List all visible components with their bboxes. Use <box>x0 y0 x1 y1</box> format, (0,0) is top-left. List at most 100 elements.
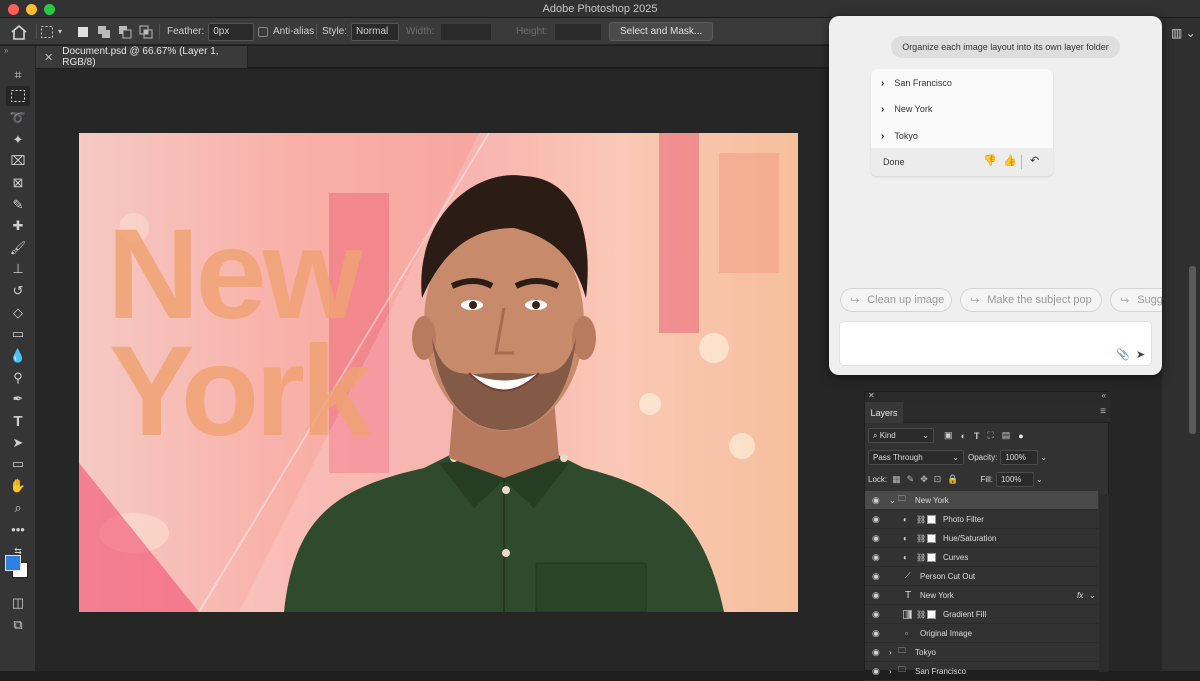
eraser-tool-icon[interactable]: ◇ <box>6 303 30 323</box>
lock-position-icon[interactable]: ✥ <box>920 474 928 485</box>
zoom-tool-icon[interactable]: ⌕ <box>6 498 30 518</box>
path-selection-tool-icon[interactable]: ➤ <box>6 433 30 453</box>
style-select[interactable]: Normal⌄ <box>351 22 400 52</box>
close-tab-icon[interactable]: ✕ <box>44 51 53 64</box>
panel-menu-icon[interactable]: ≡ <box>1100 406 1106 417</box>
lock-artboard-icon[interactable]: ⊡ <box>934 474 942 485</box>
filter-toggle-icon[interactable]: ● <box>1018 431 1023 441</box>
opacity-input[interactable]: 100% <box>1000 450 1039 465</box>
layer-person-cut-out[interactable]: ◉ ⟋ Person Cut Out <box>865 567 1098 586</box>
workspace-icon[interactable]: ▥ ⌄ <box>1171 26 1196 40</box>
layers-tab[interactable]: Layers <box>865 402 903 423</box>
chevron-down-icon[interactable]: ⌄ <box>1089 591 1096 600</box>
layer-hue-saturation[interactable]: ◉ ◐ ⛓ Hue/Saturation <box>865 529 1098 548</box>
brush-tool-icon[interactable]: 🖌 <box>6 238 30 258</box>
visibility-eye-icon[interactable]: ◉ <box>872 495 880 506</box>
quick-mask-icon[interactable]: ◫ <box>6 593 30 613</box>
attach-icon[interactable]: 📎 <box>1116 348 1130 361</box>
suggestion-clean-up[interactable]: ↪ Clean up image <box>840 288 952 312</box>
link-icon[interactable]: ⛓ <box>916 610 926 619</box>
chevron-down-icon[interactable]: ⌄ <box>889 496 896 505</box>
frame-tool-icon[interactable]: ⊠ <box>6 173 30 193</box>
layer-gradient-fill[interactable]: ◉ ⛓ Gradient Fill <box>865 605 1098 624</box>
hand-tool-icon[interactable]: ✋ <box>6 476 30 496</box>
marquee-tool-icon[interactable] <box>6 86 30 106</box>
height-input[interactable] <box>553 22 602 41</box>
crop-tool-icon[interactable]: ⌧ <box>6 151 30 171</box>
visibility-eye-icon[interactable]: ◉ <box>872 609 880 620</box>
thumbs-up-icon[interactable]: 👍 <box>1003 154 1017 167</box>
visibility-eye-icon[interactable]: ◉ <box>872 552 880 563</box>
layer-mask-thumbnail[interactable] <box>927 514 936 524</box>
collapse-panel-icon[interactable]: « <box>1102 391 1106 400</box>
layer-original-image[interactable]: ◉ ▫ Original Image <box>865 624 1098 643</box>
blend-mode-select[interactable]: Pass Through ⌄ <box>868 450 964 465</box>
subtract-selection-icon[interactable] <box>118 22 132 41</box>
chevron-right-icon[interactable]: › <box>889 648 892 657</box>
visibility-eye-icon[interactable]: ◉ <box>872 514 880 525</box>
select-and-mask-button[interactable]: Select and Mask... <box>609 22 714 41</box>
close-panel-icon[interactable]: ✕ <box>868 391 875 400</box>
magic-wand-tool-icon[interactable]: ✦ <box>6 130 30 150</box>
visibility-eye-icon[interactable]: ◉ <box>872 628 880 639</box>
foreground-color-swatch[interactable] <box>5 555 21 571</box>
blur-tool-icon[interactable]: 💧 <box>6 346 30 366</box>
add-selection-icon[interactable] <box>97 22 111 41</box>
feather-input[interactable]: 0px <box>208 22 255 41</box>
more-tools-icon[interactable]: ••• <box>6 519 30 539</box>
marquee-preset-icon[interactable]: ▾ <box>40 22 62 41</box>
layers-scrollbar[interactable] <box>1099 494 1109 672</box>
visibility-eye-icon[interactable]: ◉ <box>872 666 880 677</box>
result-item-new-york[interactable]: › New York <box>881 99 932 119</box>
smart-object-filter-icon[interactable]: ▤ <box>1002 430 1011 441</box>
layer-group-tokyo[interactable]: ◉ › 🗀 Tokyo <box>865 643 1098 662</box>
screen-mode-icon[interactable]: ⧉ <box>6 615 30 635</box>
pen-tool-icon[interactable]: ✒ <box>6 389 30 409</box>
assistant-prompt-input[interactable]: 📎 ➤ <box>839 321 1152 366</box>
result-item-san-francisco[interactable]: › San Francisco <box>881 73 952 93</box>
layer-photo-filter[interactable]: ◉ ◐ ⛓ Photo Filter <box>865 510 1098 529</box>
type-tool-icon[interactable]: T <box>6 411 30 431</box>
layer-group-new-york[interactable]: ◉ ⌄ 🗀 New York <box>865 491 1098 510</box>
chevron-down-icon[interactable]: ⌄ <box>1036 475 1043 484</box>
lock-transparent-icon[interactable]: ▦ <box>892 474 901 485</box>
result-item-tokyo[interactable]: › Tokyo <box>881 126 918 146</box>
document-tab[interactable]: ✕ Document.psd @ 66.67% (Layer 1, RGB/8) <box>36 46 248 68</box>
thumbs-down-icon[interactable]: 👎 <box>983 154 997 167</box>
move-tool-icon[interactable]: ⌗ <box>6 65 30 85</box>
layer-mask-thumbnail[interactable] <box>927 609 936 619</box>
layer-type-new-york[interactable]: ◉ T New York fx ⌄ <box>865 586 1098 605</box>
stamp-tool-icon[interactable]: ⊥ <box>6 259 30 279</box>
send-icon[interactable]: ➤ <box>1136 348 1145 361</box>
visibility-eye-icon[interactable]: ◉ <box>872 571 880 582</box>
visibility-eye-icon[interactable]: ◉ <box>872 647 880 658</box>
layer-mask-thumbnail[interactable] <box>927 552 936 562</box>
rectangle-tool-icon[interactable]: ▭ <box>6 454 30 474</box>
type-filter-icon[interactable]: T <box>974 431 980 441</box>
shape-filter-icon[interactable]: ⛶ <box>987 430 993 441</box>
eyedropper-tool-icon[interactable]: ✎ <box>6 195 30 215</box>
adjustment-filter-icon[interactable]: ◐ <box>961 431 966 441</box>
width-input[interactable] <box>440 22 493 41</box>
visibility-eye-icon[interactable]: ◉ <box>872 533 880 544</box>
layer-curves[interactable]: ◉ ◐ ⛓ Curves <box>865 548 1098 567</box>
chevron-right-icon[interactable]: › <box>889 667 892 676</box>
history-brush-tool-icon[interactable]: ↺ <box>6 281 30 301</box>
lasso-tool-icon[interactable]: ➰ <box>6 108 30 128</box>
layer-effects-badge[interactable]: fx <box>1077 591 1083 600</box>
suggestion-make-subject-pop[interactable]: ↪ Make the subject pop <box>960 288 1102 312</box>
layer-group-san-francisco[interactable]: ◉ › 🗀 San Francisco <box>865 662 1098 681</box>
link-icon[interactable]: ⛓ <box>916 515 926 524</box>
chevron-down-icon[interactable]: ⌄ <box>1040 453 1047 462</box>
link-icon[interactable]: ⛓ <box>916 553 926 562</box>
undo-icon[interactable]: ↶ <box>1030 154 1039 167</box>
link-icon[interactable]: ⛓ <box>916 534 926 543</box>
fill-input[interactable]: 100% <box>995 472 1034 487</box>
intersect-selection-icon[interactable] <box>139 22 153 41</box>
layer-mask-thumbnail[interactable] <box>927 533 936 543</box>
lock-all-icon[interactable]: 🔒 <box>947 474 958 485</box>
gradient-tool-icon[interactable]: ▭ <box>6 324 30 344</box>
collapse-icon[interactable]: » <box>4 46 8 55</box>
document-canvas[interactable]: New York <box>79 133 798 612</box>
filter-kind-select[interactable]: ⌕ Kind ⌄ <box>868 428 934 443</box>
